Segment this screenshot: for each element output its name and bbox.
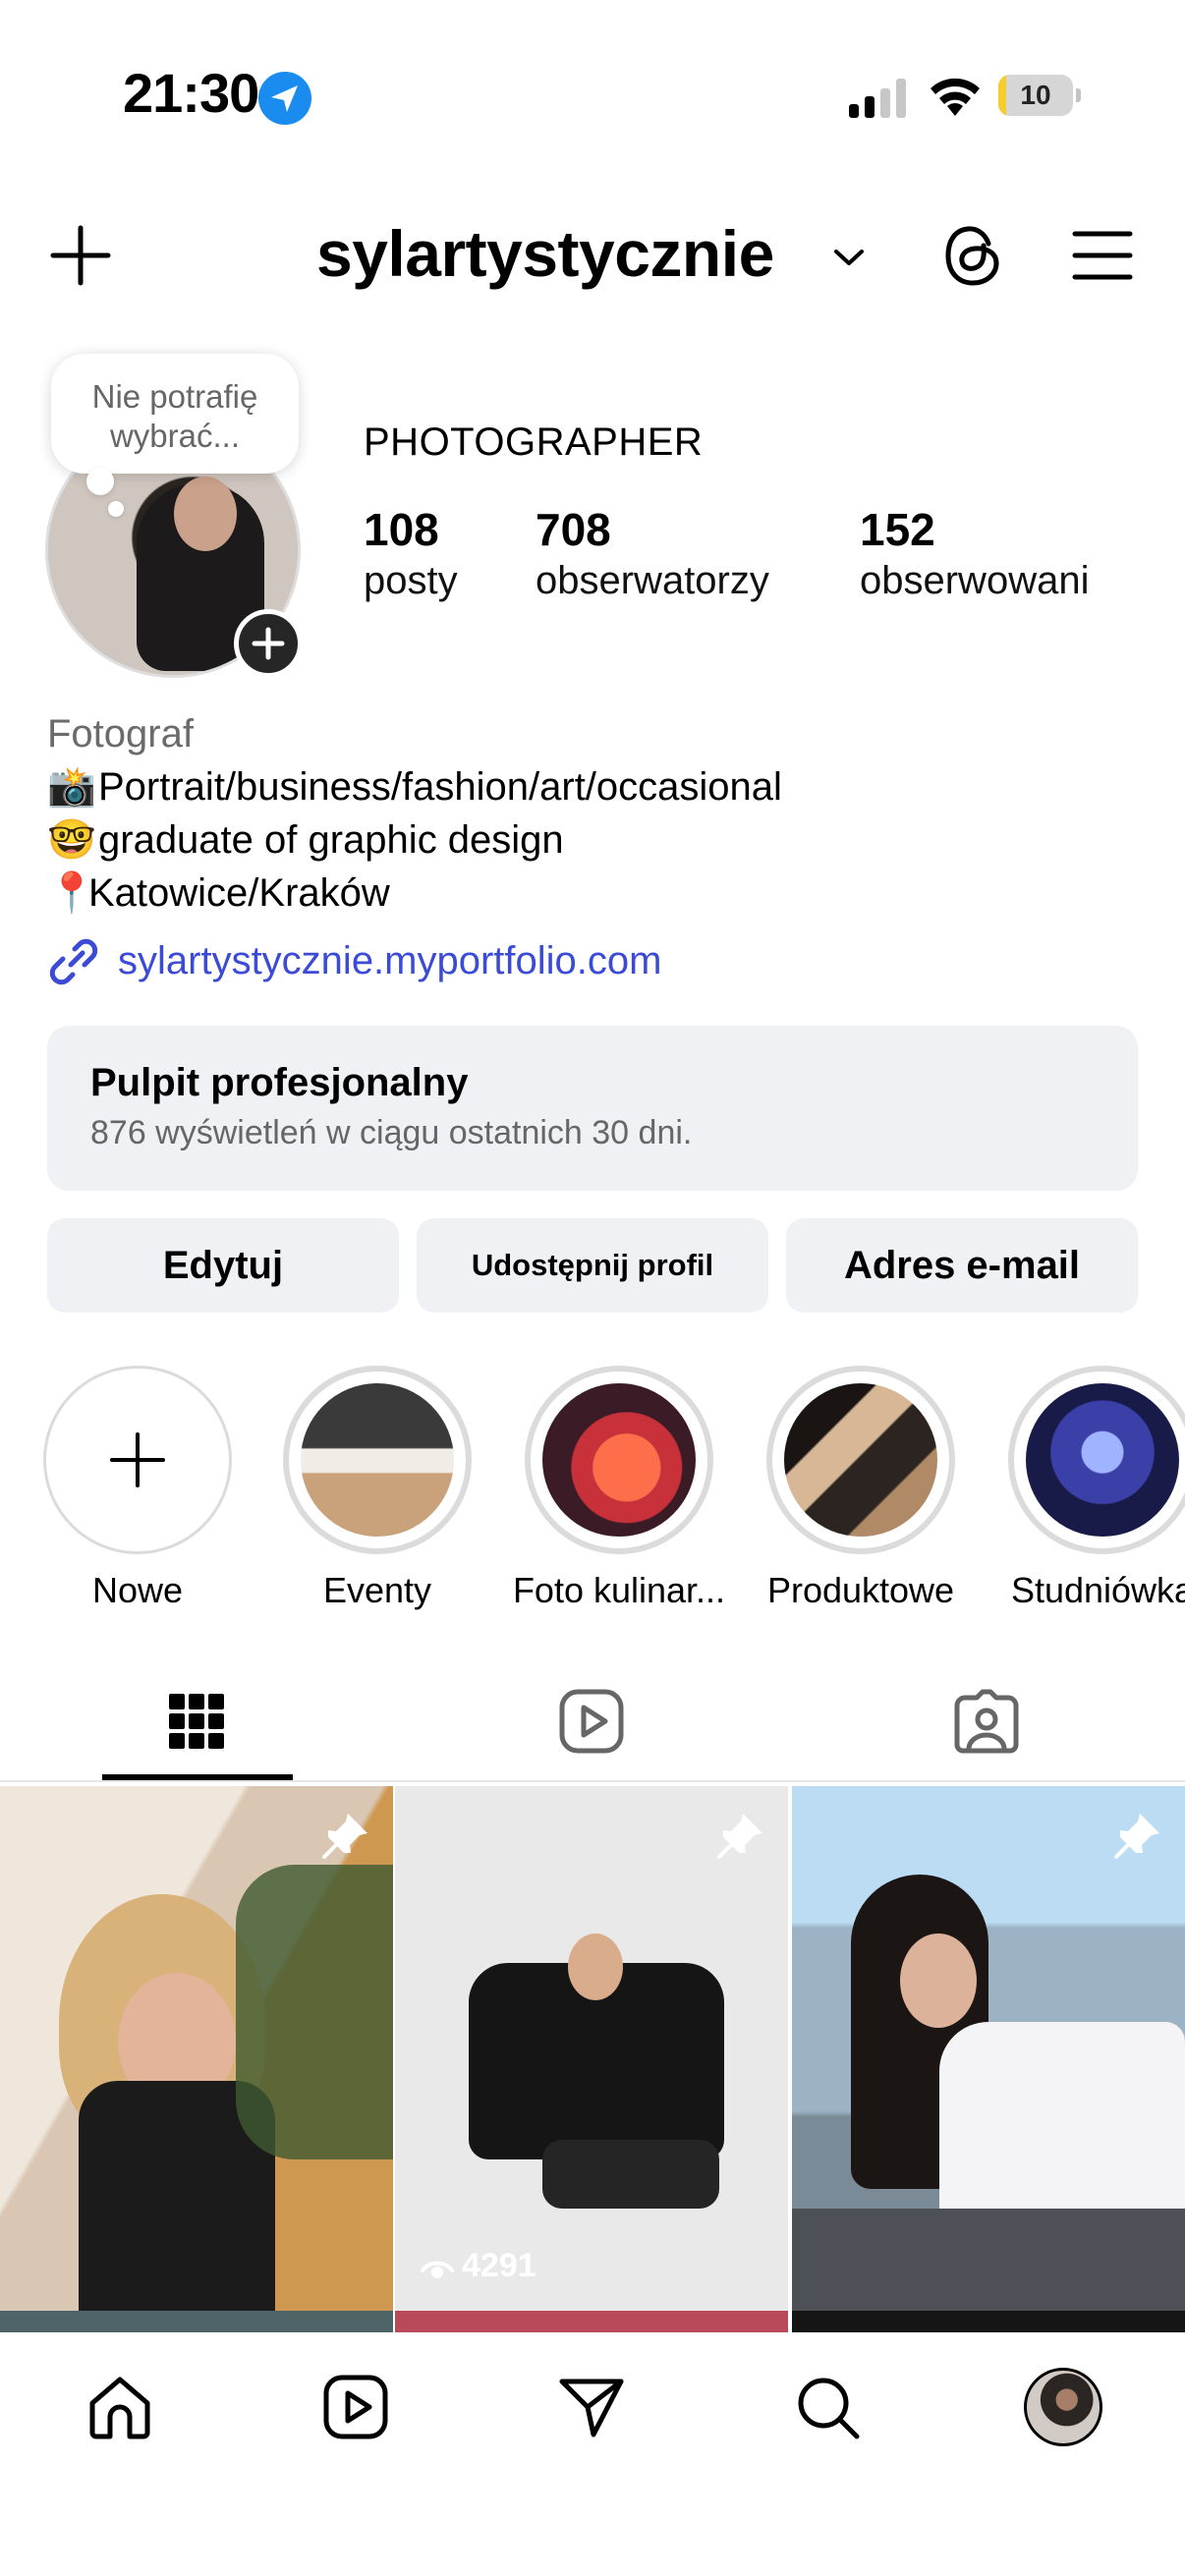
search-icon[interactable] [792,2372,863,2442]
tagged-icon[interactable] [951,1686,1022,1757]
highlight-label: Foto kulinar... [512,1570,726,1610]
highlight-label: Studniówka [1010,1570,1185,1610]
pin-emoji: 📍 [47,871,96,915]
cellular-signal-icon [849,79,906,118]
stat-followers-count: 708 [536,504,611,555]
bio-line: 🤓graduate of graphic design [47,813,782,867]
home-icon[interactable] [85,2372,155,2442]
stat-posts-label: posty [364,559,458,602]
plus-icon [252,627,285,660]
note-bubble-tail-small [108,501,124,517]
note-text-line2: wybrać... [109,418,241,454]
link-icon [49,938,98,985]
bio-subtitle: Fotograf [47,712,194,756]
dashboard-subtitle: 876 wyświetleń w ciągu ostatnich 30 dni. [90,1114,693,1151]
battery-indicator: 10 [998,75,1081,116]
bio-line: 📍Katowice/Kraków [47,867,782,920]
reels-icon[interactable] [556,1686,627,1757]
email-button[interactable]: Adres e-mail [786,1218,1138,1313]
note-bubble-tail [86,468,114,495]
tabs-divider [0,1780,1185,1782]
stat-following[interactable]: 152 obserwowani [860,503,1089,605]
plus-icon [110,1432,165,1487]
profile-category: PHOTOGRAPHER [364,420,704,464]
bio-line-text: Portrait/business/fashion/art/occasional [98,765,782,809]
stat-followers-label: obserwatorzy [536,559,769,602]
grid-post-partial[interactable] [395,2311,788,2332]
grid-post-partial[interactable] [0,2311,393,2332]
chevron-down-icon[interactable] [831,244,867,271]
stat-followers[interactable]: 708 obserwatorzy [536,503,769,605]
note-text-line1: Nie potrafię [91,378,258,415]
stat-posts-count: 108 [364,504,439,555]
battery-level: 10 [1020,80,1051,110]
location-arrow-icon [258,72,311,125]
highlight-label: Eventy [322,1570,432,1610]
reels-icon[interactable] [320,2372,391,2442]
share-profile-button[interactable]: Udostępnij profil [417,1218,768,1313]
edit-profile-button[interactable]: Edytuj [47,1218,399,1313]
grid-post[interactable] [792,1786,1185,2311]
status-bar: 21:30 10 [0,0,1185,187]
menu-icon[interactable] [1071,228,1134,283]
stat-posts[interactable]: 108 posty [364,503,458,605]
pin-icon [717,1814,762,1859]
profile-avatar-nav[interactable] [1024,2368,1102,2446]
highlight-label: Produktowe [766,1570,955,1610]
grid-post[interactable] [0,1786,393,2311]
stat-following-label: obserwowani [860,559,1090,602]
view-count: 4291 [421,2247,536,2285]
grid-post[interactable]: 4291 [395,1786,788,2311]
messages-icon[interactable] [556,2372,627,2442]
view-count-value: 4291 [462,2247,536,2284]
bio-line-text: graduate of graphic design [98,818,564,862]
status-time: 21:30 [123,62,259,124]
profile-username[interactable]: sylartystycznie [316,216,774,291]
eye-icon [421,2261,454,2278]
dashboard-title: Pulpit profesjonalny [90,1061,469,1104]
grid-icon[interactable] [161,1686,232,1757]
bottom-navigation [0,2332,1185,2576]
threads-icon[interactable] [941,222,1004,289]
nerd-face-emoji: 🤓 [47,818,96,862]
note-bubble[interactable]: Nie potrafię wybrać... [51,354,299,474]
add-story-button[interactable] [234,609,303,678]
bio-link-text[interactable]: sylartystycznie.myportfolio.com [118,933,661,988]
wifi-icon [931,78,980,116]
plus-icon[interactable] [49,224,112,287]
professional-dashboard[interactable]: Pulpit profesjonalny 876 wyświetleń w ci… [47,1026,1138,1191]
bio-line: 📸Portrait/business/fashion/art/occasiona… [47,760,782,813]
stat-following-count: 152 [860,504,935,555]
bio-line-text: Katowice/Kraków [88,871,390,915]
grid-post-partial[interactable] [792,2311,1185,2332]
pin-icon [1114,1814,1159,1859]
highlight-label: Nowe [91,1570,184,1610]
camera-emoji: 📸 [47,765,96,809]
pin-icon [322,1814,367,1859]
profile-bio: Fotograf 📸Portrait/business/fashion/art/… [47,707,782,920]
